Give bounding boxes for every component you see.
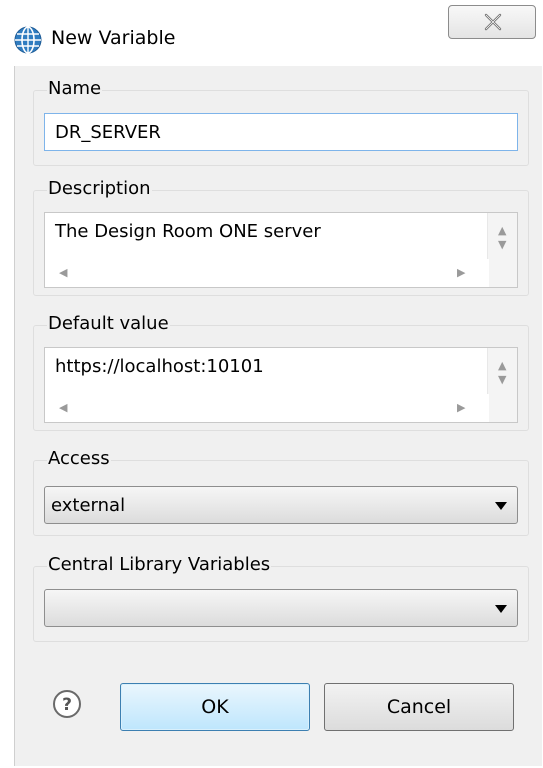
horizontal-scrollbar[interactable]: ◀ ▶: [45, 259, 489, 287]
access-select[interactable]: external: [44, 486, 518, 524]
name-label: Name: [47, 78, 103, 99]
scroll-up-icon[interactable]: ▲: [498, 360, 506, 371]
scroll-up-icon[interactable]: ▲: [498, 225, 506, 236]
access-selected-value: external: [51, 495, 126, 516]
scroll-down-icon[interactable]: ▼: [498, 374, 506, 385]
name-input[interactable]: [44, 113, 518, 151]
default-value-label: Default value: [47, 313, 170, 334]
description-textarea[interactable]: The Design Room ONE server ▲ ▼ ◀ ▶: [44, 212, 518, 288]
close-button[interactable]: [448, 5, 536, 39]
cancel-button-label: Cancel: [386, 696, 452, 718]
scroll-down-icon[interactable]: ▼: [498, 239, 506, 250]
scroll-left-icon[interactable]: ◀: [59, 267, 67, 278]
central-library-select[interactable]: [44, 589, 518, 627]
horizontal-scrollbar[interactable]: ◀ ▶: [45, 394, 489, 422]
chevron-down-icon: [495, 502, 507, 510]
default-value-text: https://localhost:10101: [55, 356, 264, 377]
central-library-label: Central Library Variables: [47, 554, 272, 575]
cancel-button[interactable]: Cancel: [324, 683, 514, 731]
description-text: The Design Room ONE server: [55, 221, 321, 242]
ok-button-label: OK: [201, 696, 229, 718]
scroll-right-icon[interactable]: ▶: [457, 402, 465, 413]
access-label: Access: [47, 448, 111, 469]
ok-button[interactable]: OK: [120, 683, 310, 731]
dialog-title: New Variable: [51, 27, 176, 49]
scroll-left-icon[interactable]: ◀: [59, 402, 67, 413]
chevron-down-icon: [495, 605, 507, 613]
scroll-right-icon[interactable]: ▶: [457, 267, 465, 278]
new-variable-dialog: New Variable Name Description The Design…: [0, 0, 543, 768]
help-icon[interactable]: ?: [52, 689, 82, 719]
vertical-scrollbar[interactable]: ▲ ▼: [487, 348, 517, 422]
title-bar[interactable]: New Variable: [0, 0, 543, 66]
close-icon: [484, 13, 502, 31]
default-value-textarea[interactable]: https://localhost:10101 ▲ ▼ ◀ ▶: [44, 347, 518, 423]
vertical-scrollbar[interactable]: ▲ ▼: [487, 213, 517, 287]
svg-text:?: ?: [62, 695, 72, 715]
description-label: Description: [47, 178, 152, 199]
globe-icon: [14, 26, 42, 54]
